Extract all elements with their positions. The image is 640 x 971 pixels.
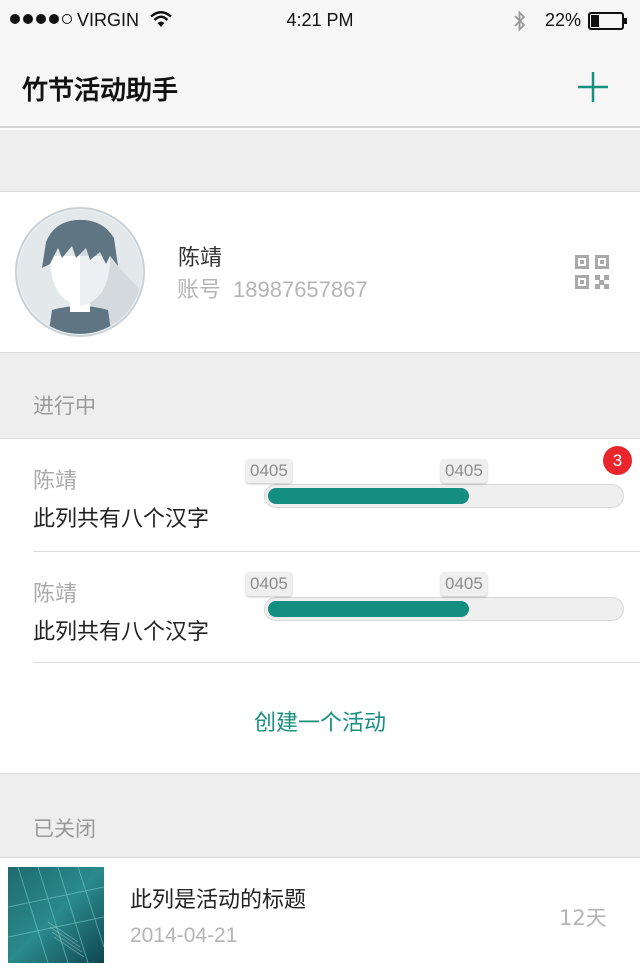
activity-author: 陈靖 xyxy=(33,469,78,494)
activity-date: 2014-04-21 xyxy=(130,924,238,947)
activity-duration: 12天 xyxy=(559,906,607,930)
qr-code-icon[interactable] xyxy=(575,255,609,289)
activity-row[interactable]: 陈靖 此列共有八个汉字 0405 0405 xyxy=(0,552,640,664)
bluetooth-icon xyxy=(514,10,526,32)
create-activity-label: 创建一个活动 xyxy=(253,711,386,736)
activity-title: 此列是活动的标题 xyxy=(130,888,307,913)
profile-card[interactable]: 陈靖 账号 18987657867 xyxy=(0,192,640,352)
progress-track xyxy=(264,484,624,508)
account-label: 账号 xyxy=(177,278,222,303)
progress-track xyxy=(264,597,624,621)
nav-bar: 竹节活动助手 xyxy=(0,44,640,128)
activity-title: 此列共有八个汉字 xyxy=(33,620,210,645)
activity-title: 此列共有八个汉字 xyxy=(33,507,210,532)
progress-fill xyxy=(268,601,469,617)
section-header-closed: 已关闭 xyxy=(0,774,640,857)
start-date-tag: 0405 xyxy=(246,572,292,596)
activity-row[interactable]: 陈靖 此列共有八个汉字 0405 0405 3 xyxy=(0,439,640,551)
spacer-band xyxy=(0,130,640,191)
page-title: 竹节活动助手 xyxy=(22,76,179,106)
avatar xyxy=(15,207,145,337)
status-bar: VIRGIN 4:21 PM 22% xyxy=(0,0,640,44)
account-number: 18987657867 xyxy=(233,277,368,302)
battery-icon xyxy=(588,12,627,30)
clock: 4:21 PM xyxy=(286,10,354,30)
end-date-tag: 0405 xyxy=(441,459,487,483)
plus-icon[interactable] xyxy=(576,70,610,104)
activity-thumbnail xyxy=(8,867,104,963)
progress-fill xyxy=(268,488,469,504)
start-date-tag: 0405 xyxy=(246,459,292,483)
closed-activity-row[interactable]: 此列是活动的标题 2014-04-21 12天 xyxy=(0,858,640,971)
account-line: 账号 18987657867 xyxy=(177,272,368,304)
battery-percent: 22% xyxy=(545,10,582,30)
end-date-tag: 0405 xyxy=(441,572,487,596)
create-activity-button[interactable]: 创建一个活动 xyxy=(0,663,640,773)
section-header-in-progress: 进行中 xyxy=(0,353,640,438)
section-label: 进行中 xyxy=(33,394,96,418)
section-label: 已关闭 xyxy=(33,817,96,841)
notification-badge: 3 xyxy=(603,446,632,475)
activity-author: 陈靖 xyxy=(33,582,78,607)
user-name: 陈靖 xyxy=(178,246,223,271)
